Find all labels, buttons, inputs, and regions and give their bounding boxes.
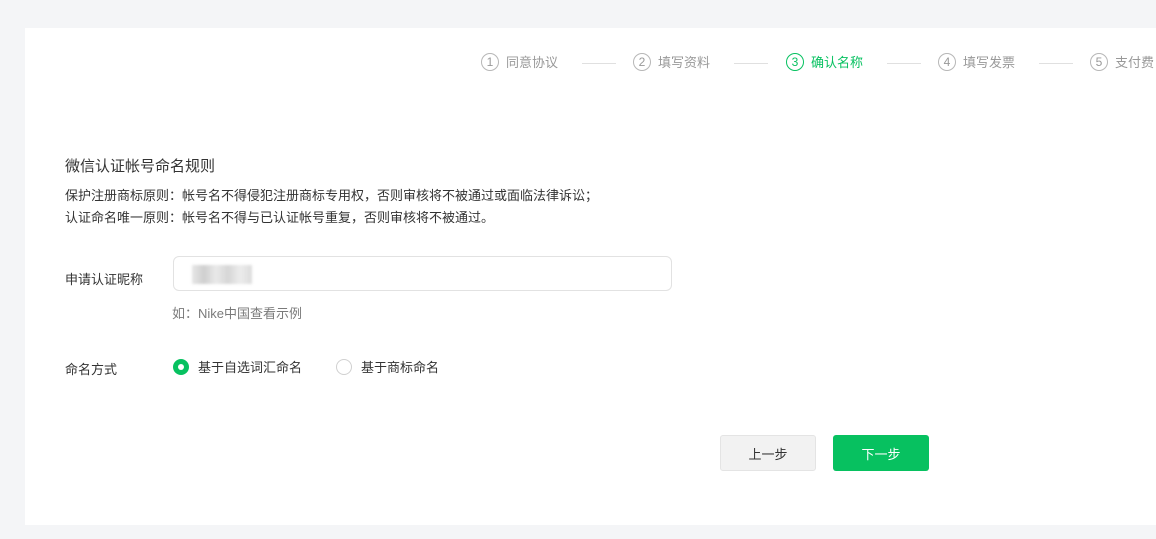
- step-2: 2 填写资料: [633, 52, 710, 71]
- nickname-label: 申请认证昵称: [65, 272, 144, 287]
- rule-unique: 认证命名唯一原则：帐号名不得与已认证帐号重复，否则审核将不被通过。: [65, 210, 495, 225]
- next-button[interactable]: 下一步: [833, 435, 929, 471]
- step-separator: [582, 63, 616, 64]
- step-number: 2: [633, 52, 651, 71]
- step-label: 填写资料: [658, 55, 711, 70]
- step-label: 确认名称: [811, 55, 864, 70]
- radio-label: 基于商标命名: [361, 360, 440, 375]
- content-card: 1 同意协议 2 填写资料 3 确认名称 4 填写发票 5 支付费 微信认证帐号…: [25, 28, 1156, 525]
- step-number: 5: [1090, 52, 1108, 71]
- radio-checked-icon: [173, 358, 189, 375]
- step-label: 填写发票: [963, 55, 1016, 70]
- rules-title: 微信认证帐号命名规则: [65, 158, 216, 175]
- step-separator: [734, 63, 768, 64]
- naming-method-label: 命名方式: [65, 362, 118, 377]
- redacted-value: [192, 265, 252, 284]
- radio-unchecked-icon: [336, 358, 353, 375]
- nickname-input[interactable]: [173, 256, 672, 291]
- step-label: 同意协议: [506, 55, 559, 70]
- step-1: 1 同意协议: [481, 52, 558, 71]
- rule-trademark: 保护注册商标原则：帐号名不得侵犯注册商标专用权，否则审核将不被通过或面临法律诉讼…: [65, 188, 599, 203]
- step-separator: [887, 63, 921, 64]
- step-number: 1: [481, 52, 499, 71]
- step-label: 支付费: [1115, 55, 1155, 70]
- radio-trademark[interactable]: 基于商标命名: [336, 357, 439, 376]
- radio-label: 基于自选词汇命名: [198, 360, 303, 375]
- naming-method-group: 基于自选词汇命名 基于商标命名: [173, 357, 473, 376]
- step-number: 3: [786, 52, 804, 71]
- step-4: 4 填写发票: [938, 52, 1015, 71]
- nickname-hint: 如：Nike中国查看示例: [172, 306, 303, 321]
- step-3: 3 确认名称: [786, 52, 863, 71]
- step-number: 4: [938, 52, 956, 71]
- radio-custom-words[interactable]: 基于自选词汇命名: [173, 357, 302, 376]
- prev-button[interactable]: 上一步: [720, 435, 816, 471]
- step-5: 5 支付费: [1090, 52, 1154, 71]
- step-separator: [1039, 63, 1073, 64]
